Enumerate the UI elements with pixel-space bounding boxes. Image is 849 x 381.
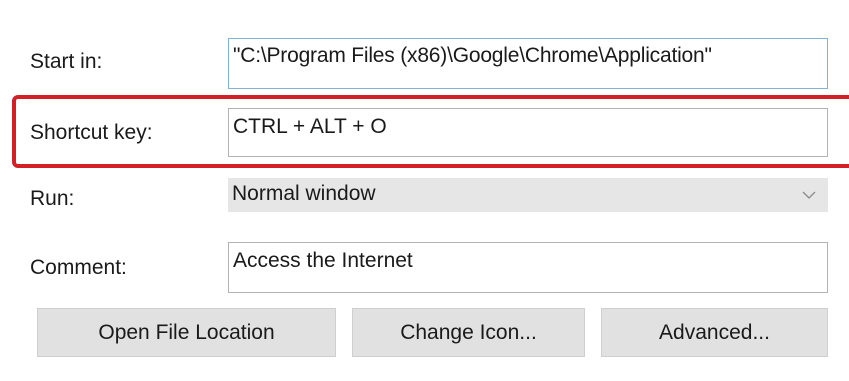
start-in-field[interactable]: "C:\Program Files (x86)\Google\Chrome\Ap… (228, 38, 828, 89)
start-in-label: Start in: (30, 50, 103, 73)
open-file-location-button[interactable]: Open File Location (37, 308, 336, 357)
run-select[interactable]: Normal window (228, 178, 828, 212)
run-label: Run: (30, 187, 75, 210)
run-selected-value: Normal window (232, 182, 376, 205)
comment-value: Access the Internet (233, 249, 413, 272)
comment-field[interactable]: Access the Internet (228, 242, 828, 293)
change-icon-button[interactable]: Change Icon... (352, 308, 585, 357)
chevron-down-icon (802, 191, 816, 199)
comment-label: Comment: (30, 256, 127, 279)
advanced-button[interactable]: Advanced... (601, 308, 828, 357)
shortcut-key-highlight (12, 95, 849, 168)
start-in-value: "C:\Program Files (x86)\Google\Chrome\Ap… (233, 44, 712, 67)
